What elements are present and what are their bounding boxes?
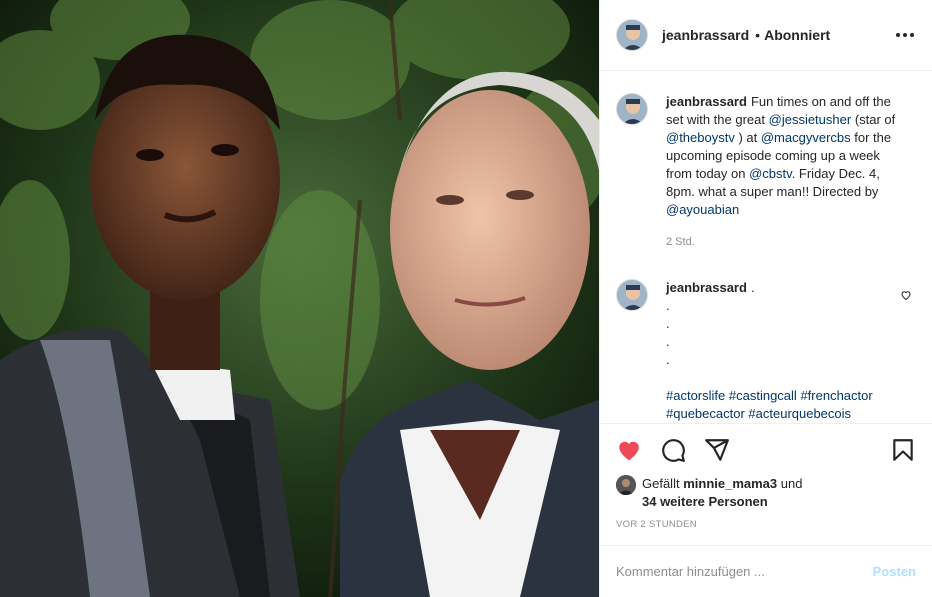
mention-link[interactable]: @jessietusher — [769, 112, 852, 127]
add-comment-bar: Posten — [600, 545, 932, 597]
caption-body: jeanbrassard Fun times on and off the set… — [666, 93, 906, 251]
bookmark-icon[interactable] — [890, 437, 916, 463]
mention-link[interactable]: @ayouabian — [666, 202, 739, 217]
liker-avatar[interactable] — [616, 475, 636, 495]
hashtag-link[interactable]: #actorslife — [666, 388, 725, 403]
header-separator: • — [755, 27, 761, 43]
hashtag-link[interactable]: #acteurquebecois — [748, 406, 851, 421]
mention-link[interactable]: @macgyvercbs — [761, 130, 851, 145]
comment-text: . — [750, 280, 755, 295]
follow-status[interactable]: Abonniert — [764, 27, 830, 43]
mention-link[interactable]: @cbstv — [749, 166, 792, 181]
more-options-icon[interactable] — [894, 27, 916, 43]
caption-username[interactable]: jeanbrassard — [666, 94, 747, 109]
hashtag-link[interactable]: #castingcall — [729, 388, 797, 403]
post-comment-button[interactable]: Posten — [873, 564, 916, 579]
comment-body: jeanbrassard. .... #actorslife #castingc… — [666, 279, 906, 423]
author-avatar[interactable] — [616, 19, 648, 51]
liker-username[interactable]: minnie_mama3 — [683, 476, 777, 491]
caption-text-part: ) at — [734, 130, 761, 145]
comment: jeanbrassard. .... #actorslife #castingc… — [616, 279, 916, 423]
caption-avatar[interactable] — [616, 93, 648, 125]
comment-dot-line: . — [666, 352, 670, 367]
likes-others[interactable]: 34 weitere Personen — [642, 494, 768, 509]
comment-username[interactable]: jeanbrassard — [666, 280, 747, 295]
caption: jeanbrassard Fun times on and off the set… — [616, 93, 916, 251]
comment-avatar[interactable] — [616, 279, 648, 311]
comment-input[interactable] — [616, 564, 873, 579]
like-heart-icon[interactable] — [616, 437, 642, 463]
likes-connector: und — [780, 476, 803, 491]
hashtag-link[interactable]: #quebecactor — [666, 406, 745, 421]
comments-list[interactable]: jeanbrassard Fun times on and off the set… — [600, 71, 932, 423]
caption-text-part: (star of — [851, 112, 896, 127]
comment-icon[interactable] — [660, 437, 686, 463]
instagram-post: jeanbrassard • Abonniert jeanbrassard Fun… — [0, 0, 932, 597]
hashtag-link[interactable]: #frenchactor — [800, 388, 872, 403]
mention-link[interactable]: @theboystv — [666, 130, 735, 145]
caption-time[interactable]: 2 Std. — [666, 233, 906, 251]
author-username[interactable]: jeanbrassard — [662, 27, 749, 43]
comment-dot-line: . — [666, 316, 670, 331]
likes-prefix: Gefällt — [642, 476, 680, 491]
like-comment-icon[interactable] — [900, 289, 912, 301]
comment-dot-line: . — [666, 298, 670, 313]
caption-text: jeanbrassard Fun times on and off the set… — [666, 93, 906, 219]
post-side-panel: jeanbrassard • Abonniert jeanbrassard Fun… — [599, 0, 932, 597]
post-photo[interactable] — [0, 0, 599, 597]
share-icon[interactable] — [704, 437, 730, 463]
likes-summary: Gefällt minnie_mama3 und 34 weitere Pers… — [600, 475, 932, 519]
comment-hashtags: #actorslife #castingcall #frenchactor #q… — [666, 387, 906, 423]
post-header: jeanbrassard • Abonniert — [600, 0, 932, 71]
comment-dot-line: . — [666, 334, 670, 349]
comment-dots: .... — [666, 297, 906, 369]
action-bar — [600, 423, 932, 475]
post-timestamp[interactable]: VOR 2 STUNDEN — [600, 519, 932, 545]
